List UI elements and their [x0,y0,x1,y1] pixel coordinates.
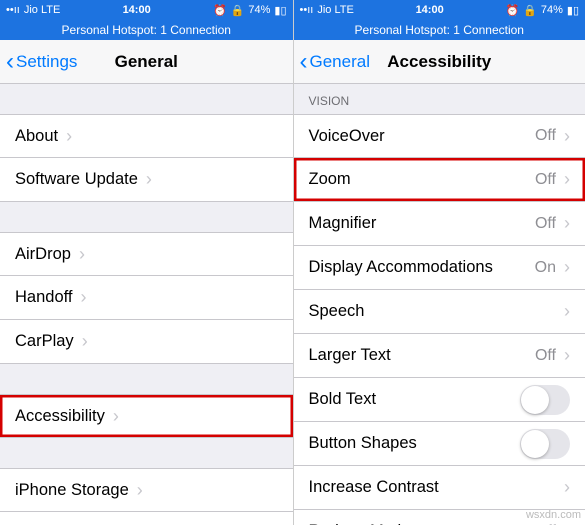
row-label: Zoom [309,170,351,189]
chevron-left-icon: ‹ [300,50,308,74]
row-label: VoiceOver [309,127,385,146]
row-label: Speech [309,302,365,321]
signal-icon: ••ıı [6,4,20,16]
row-label: Larger Text [309,346,391,365]
phone-accessibility: ••ııJio LTE 14:00 ⏰ 🔒 74% ▮▯ Personal Hotsp… [293,0,585,525]
status-bar: ••ııJio LTE 14:00 ⏰ 🔒 74% ▮▯ [294,0,585,20]
row-value: Off [535,347,556,365]
status-time: 14:00 [60,4,213,16]
row-label: Display Accommodations [309,258,493,277]
row-label: Handoff [15,288,73,307]
chevron-right-icon: › [564,521,570,525]
lock-icon: 🔒 [231,4,245,17]
toggle-bold-text[interactable] [520,385,570,415]
row-label: Accessibility [15,407,105,426]
chevron-right-icon: › [564,126,570,147]
phone-general: ••ıı Jio LTE 14:00 ⏰ 🔒74% ▮▯ Personal Hotsp… [0,0,293,525]
row-software-update[interactable]: Software Update › [0,158,293,202]
carrier: Jio LTE [317,4,353,16]
chevron-right-icon: › [564,345,570,366]
battery-pct: 74% [541,4,563,16]
chevron-right-icon: › [113,406,119,427]
battery-pct: 74% [248,4,270,16]
row-label: Magnifier [309,214,377,233]
row-value: Off [535,127,556,145]
content: About › Software Update › AirDrop › Handoff… [0,84,293,525]
row-bold-text[interactable]: Bold Text [294,378,585,422]
watermark: wsxdn.com [526,509,581,521]
lock-icon: 🔒 [523,4,537,17]
hotspot-bar[interactable]: Personal Hotspot: 1 Connection [294,20,585,40]
chevron-right-icon: › [137,480,143,501]
row-airdrop[interactable]: AirDrop › [0,232,293,276]
chevron-right-icon: › [66,126,72,147]
row-carplay[interactable]: CarPlay › [0,320,293,364]
row-accessibility[interactable]: Accessibility › [0,394,293,438]
navbar: ‹ General Accessibility [294,40,585,84]
row-label: AirDrop [15,245,71,264]
hotspot-bar[interactable]: Personal Hotspot: 1 Connection [0,20,293,40]
back-label: General [310,52,370,72]
chevron-right-icon: › [564,213,570,234]
alarm-icon: ⏰ [505,4,519,17]
chevron-right-icon: › [79,244,85,265]
carrier: Jio LTE [24,4,60,16]
chevron-right-icon: › [564,257,570,278]
row-voiceover[interactable]: VoiceOver Off › [294,114,585,158]
signal-icon: ••ıı [300,4,314,16]
chevron-right-icon: › [146,169,152,190]
status-bar: ••ıı Jio LTE 14:00 ⏰ 🔒74% ▮▯ [0,0,293,20]
row-handoff[interactable]: Handoff › [0,276,293,320]
row-label: iPhone Storage [15,481,129,500]
chevron-left-icon: ‹ [6,50,14,74]
chevron-right-icon: › [82,331,88,352]
back-button[interactable]: ‹ Settings [0,50,77,74]
battery-icon: ▮▯ [567,4,579,17]
row-iphone-storage[interactable]: iPhone Storage › [0,468,293,512]
row-label: CarPlay [15,332,74,351]
chevron-right-icon: › [564,169,570,190]
row-label: Button Shapes [309,434,417,453]
row-about[interactable]: About › [0,114,293,158]
row-label: Increase Contrast [309,478,439,497]
status-time: 14:00 [354,4,506,16]
row-label: About [15,127,58,146]
chevron-right-icon: › [564,477,570,498]
row-speech[interactable]: Speech › [294,290,585,334]
back-button[interactable]: ‹ General [294,50,370,74]
content: Vision VoiceOver Off › Zoom Off › Magnifier O… [294,84,585,525]
toggle-button-shapes[interactable] [520,429,570,459]
battery-icon: ▮▯ [274,4,286,17]
navbar: ‹ Settings General [0,40,293,84]
alarm-icon: ⏰ [213,4,227,17]
row-zoom[interactable]: Zoom Off › [294,158,585,202]
back-label: Settings [16,52,77,72]
row-label: Software Update [15,170,138,189]
row-value: Off [535,215,556,233]
chevron-right-icon: › [564,301,570,322]
row-display-accommodations[interactable]: Display Accommodations On › [294,246,585,290]
row-increase-contrast[interactable]: Increase Contrast › [294,466,585,510]
row-value: On [535,259,556,277]
row-larger-text[interactable]: Larger Text Off › [294,334,585,378]
row-background-refresh[interactable]: Background App Refresh› [0,512,293,525]
row-label: Bold Text [309,390,377,409]
row-magnifier[interactable]: Magnifier Off › [294,202,585,246]
section-header-vision: Vision [294,84,585,114]
row-value: Off [535,171,556,189]
row-button-shapes[interactable]: Button Shapes [294,422,585,466]
chevron-right-icon: › [81,287,87,308]
